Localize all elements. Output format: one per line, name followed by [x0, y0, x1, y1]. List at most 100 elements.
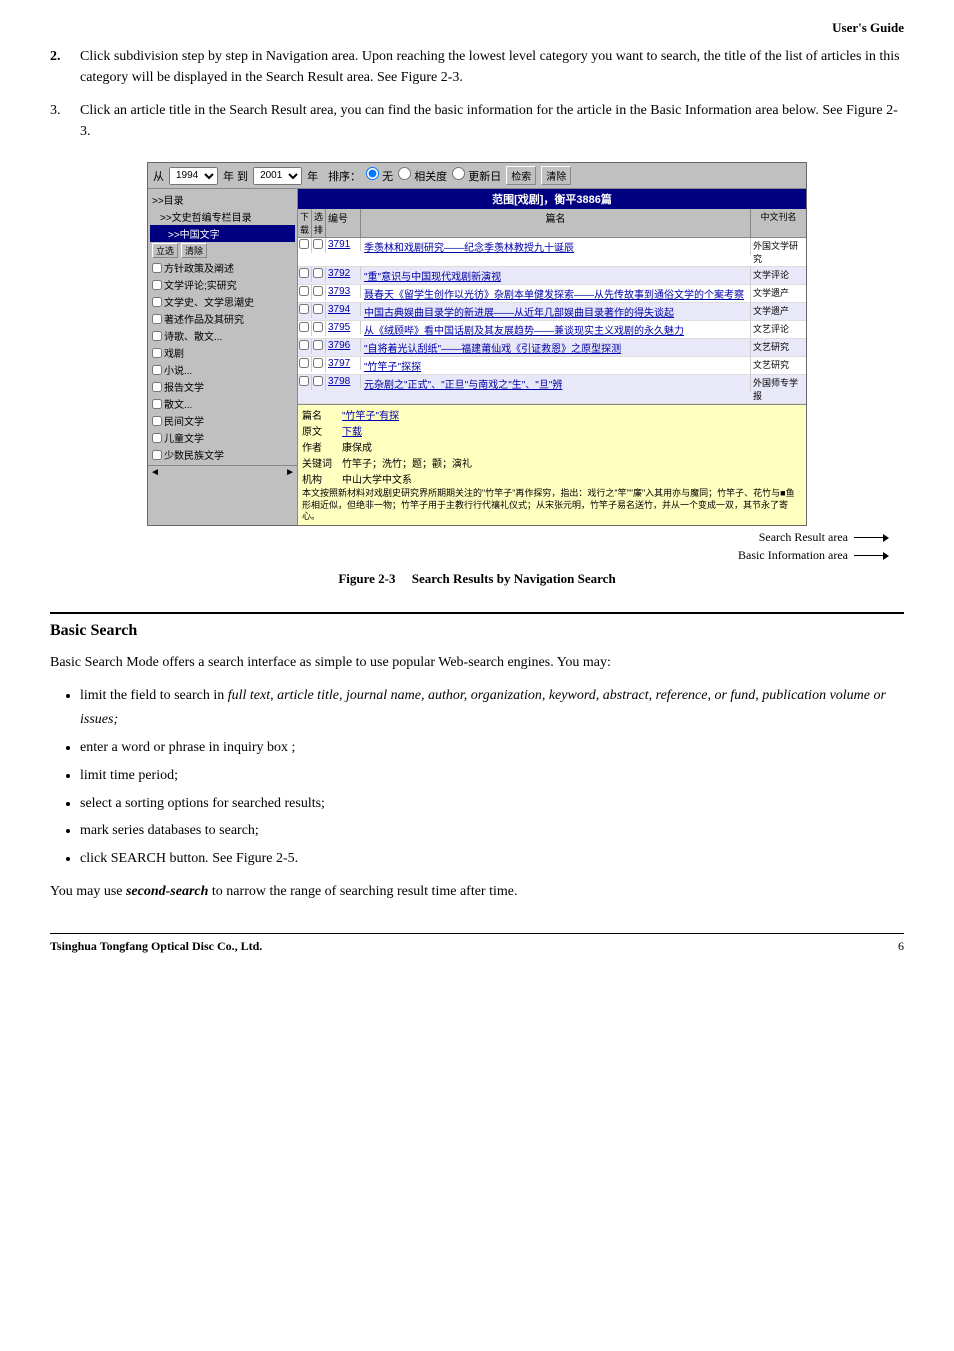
checkbox-poetry[interactable] [152, 331, 162, 341]
result-2-dl[interactable] [298, 267, 312, 282]
dl-check-6[interactable] [299, 340, 309, 350]
arrow-search [854, 537, 884, 538]
dl-check-7[interactable] [299, 358, 309, 368]
result-3-sel[interactable] [312, 285, 326, 300]
sel-check-5[interactable] [313, 322, 323, 332]
result-row-6: 3796 "自将着光认刮纸"——福建莆仙戏《引证救恩》之原型探测 文艺研究 [298, 339, 806, 357]
nav-item-ethnic[interactable]: 少数民族文学 [150, 446, 295, 463]
checkbox-ethnic[interactable] [152, 450, 162, 460]
nav-item-catalog2[interactable]: >>文史哲编专栏目录 [150, 208, 295, 225]
result-1-dl[interactable] [298, 238, 312, 253]
sel-check-4[interactable] [313, 304, 323, 314]
nav-item-works[interactable]: 著述作品及其研究 [150, 310, 295, 327]
search-button[interactable]: 检索 [506, 166, 536, 185]
result-2-journal: 文学评论 [751, 267, 806, 282]
nav-item-reportage[interactable]: 报告文学 [150, 378, 295, 395]
footer-left: Tsinghua Tongfang Optical Disc Co., Ltd. [50, 939, 262, 954]
dl-check-5[interactable] [299, 322, 309, 332]
result-3-title[interactable]: 聂春天《留学生创作以光彷》杂剧本单健发探索——从先传故事到通俗文学的个案考察 [361, 285, 751, 302]
result-6-title[interactable]: "自将着光认刮纸"——福建莆仙戏《引证救恩》之原型探测 [361, 339, 751, 356]
col-header-select: 选排 [312, 209, 326, 237]
result-4-num[interactable]: 3794 [326, 303, 361, 316]
nav-item-history[interactable]: 文学史、文学思潮史 [150, 293, 295, 310]
result-2-title[interactable]: "重"意识与中国现代戏剧新演视 [361, 267, 751, 284]
dl-check-3[interactable] [299, 286, 309, 296]
result-5-num[interactable]: 3795 [326, 321, 361, 334]
info-source-value[interactable]: 下载 [342, 423, 362, 438]
nav-item-chinese[interactable]: >>中国文字 [150, 225, 295, 242]
result-1-sel[interactable] [312, 238, 326, 253]
radio-none[interactable] [366, 167, 379, 180]
clear-button[interactable]: 清除 [541, 166, 571, 185]
col-header-journal: 中文刊名 [751, 209, 806, 237]
page-footer: Tsinghua Tongfang Optical Disc Co., Ltd.… [50, 933, 904, 954]
sel-check-3[interactable] [313, 286, 323, 296]
checkbox-criticism[interactable] [152, 280, 162, 290]
nav-item-policy[interactable]: 方针政策及阐述 [150, 259, 295, 276]
radio-newest[interactable] [452, 167, 465, 180]
checkbox-history[interactable] [152, 297, 162, 307]
to-year-select[interactable]: 200120002002 [253, 167, 302, 185]
ui-right-title: 范围[戏剧]，衡平3886篇 [298, 189, 806, 209]
result-2-num[interactable]: 3792 [326, 267, 361, 280]
nav-item-novel[interactable]: 小说... [150, 361, 295, 378]
arrowhead-search [883, 534, 889, 542]
result-8-num[interactable]: 3798 [326, 375, 361, 388]
figure-label: Figure 2-3 [338, 571, 395, 586]
dl-check-8[interactable] [299, 376, 309, 386]
sel-check-2[interactable] [313, 268, 323, 278]
result-1-title[interactable]: 季羡林和戏剧研究——纪念季羡林教授九十诞辰 [361, 238, 751, 255]
result-3-num[interactable]: 3793 [326, 285, 361, 298]
result-6-sel[interactable] [312, 339, 326, 354]
nav-item-poetry[interactable]: 诗歌、散文... [150, 327, 295, 344]
result-7-title[interactable]: "竹竿子"探探 [361, 357, 751, 374]
sel-check-6[interactable] [313, 340, 323, 350]
result-5-dl[interactable] [298, 321, 312, 336]
nav-item-prose[interactable]: 散文... [150, 395, 295, 412]
sel-check-7[interactable] [313, 358, 323, 368]
from-year-select[interactable]: 199419931995 [169, 167, 218, 185]
radio-related[interactable] [398, 167, 411, 180]
dl-check-1[interactable] [299, 239, 309, 249]
result-7-dl[interactable] [298, 357, 312, 372]
nav-item-children[interactable]: 儿童文学 [150, 429, 295, 446]
checkbox-drama[interactable] [152, 348, 162, 358]
result-8-title[interactable]: 元杂剧之"正式"、"正旦"与南戏之"生"、"旦"辨 [361, 375, 751, 392]
nav-select-btn[interactable]: 立选 [152, 243, 178, 258]
result-4-sel[interactable] [312, 303, 326, 318]
step-2-num: 2. [50, 46, 80, 88]
result-4-dl[interactable] [298, 303, 312, 318]
dl-check-4[interactable] [299, 304, 309, 314]
info-title-value[interactable]: "竹竿子"有探 [342, 407, 399, 422]
nav-item-drama[interactable]: 戏剧 [150, 344, 295, 361]
checkbox-works[interactable] [152, 314, 162, 324]
result-8-dl[interactable] [298, 375, 312, 390]
result-6-num[interactable]: 3796 [326, 339, 361, 352]
basic-search-intro: Basic Search Mode offers a search interf… [50, 652, 904, 674]
nav-clear-btn[interactable]: 清除 [181, 243, 207, 258]
nav-item-folk[interactable]: 民间文学 [150, 412, 295, 429]
checkbox-reportage[interactable] [152, 382, 162, 392]
result-7-sel[interactable] [312, 357, 326, 372]
sel-check-8[interactable] [313, 376, 323, 386]
result-7-num[interactable]: 3797 [326, 357, 361, 370]
result-8-sel[interactable] [312, 375, 326, 390]
nav-item-criticism[interactable]: 文学评论;实研究 [150, 276, 295, 293]
dl-check-2[interactable] [299, 268, 309, 278]
nav-item-catalog[interactable]: >>目录 [150, 191, 295, 208]
result-2-sel[interactable] [312, 267, 326, 282]
result-3-dl[interactable] [298, 285, 312, 300]
result-5-title[interactable]: 从《绒顾哔》看中国话剧及其友展趋势——兼谈现实主义戏剧的永久魅力 [361, 321, 751, 338]
checkbox-policy[interactable] [152, 263, 162, 273]
checkbox-prose[interactable] [152, 399, 162, 409]
checkbox-children[interactable] [152, 433, 162, 443]
sel-check-1[interactable] [313, 239, 323, 249]
result-4-title[interactable]: 中国古典娱曲目录学的新进展——从近年几部娱曲目录著作的得失谈起 [361, 303, 751, 320]
checkbox-folk[interactable] [152, 416, 162, 426]
result-6-journal: 文艺研究 [751, 339, 806, 354]
result-1-num[interactable]: 3791 [326, 238, 361, 251]
arrow-basic [854, 555, 884, 556]
result-6-dl[interactable] [298, 339, 312, 354]
checkbox-novel[interactable] [152, 365, 162, 375]
result-5-sel[interactable] [312, 321, 326, 336]
